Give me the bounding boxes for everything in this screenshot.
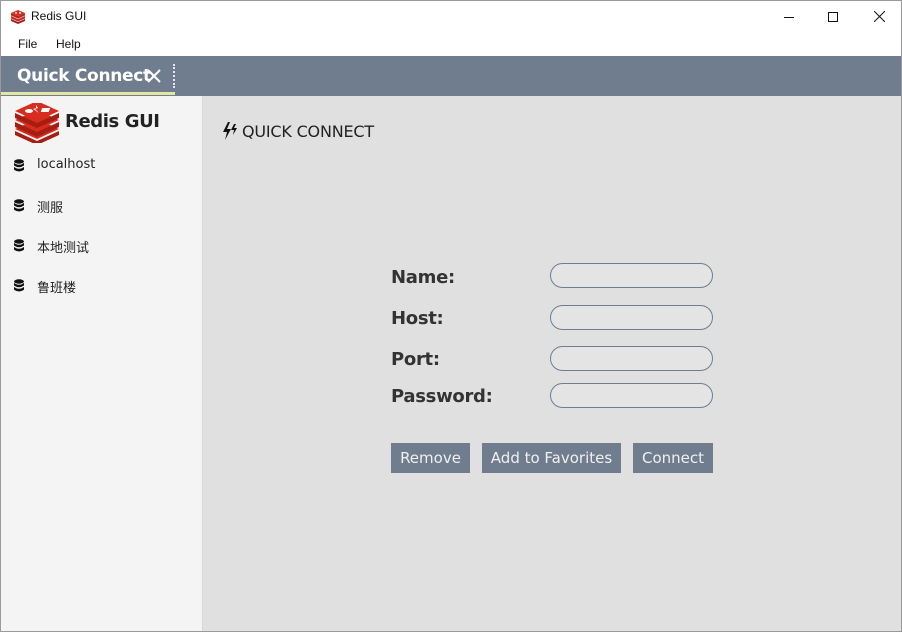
connection-label: 测服	[37, 201, 64, 216]
tab-label: Quick Connect	[17, 66, 151, 86]
main-panel: QUICK CONNECT Name: Host: Port: Password…	[203, 96, 901, 631]
minimize-icon	[784, 16, 794, 18]
port-input[interactable]	[550, 346, 713, 371]
host-input[interactable]	[550, 305, 713, 330]
connection-label: localhost	[37, 157, 96, 172]
name-label: Name:	[391, 267, 455, 288]
database-icon	[14, 279, 24, 292]
add-to-favorites-button[interactable]: Add to Favorites	[482, 443, 621, 473]
close-window-button[interactable]	[856, 1, 901, 32]
host-label: Host:	[391, 308, 444, 329]
tab-separator	[173, 64, 175, 88]
connection-item-local-test[interactable]: 本地测试	[1, 230, 201, 262]
menu-file[interactable]: File	[18, 37, 37, 51]
title-bar[interactable]: Redis GUI	[1, 1, 901, 32]
connection-label: 鲁班楼	[37, 281, 77, 296]
password-label: Password:	[391, 386, 493, 407]
connection-item-localhost[interactable]: localhost	[1, 150, 201, 182]
minimize-button[interactable]	[766, 1, 812, 32]
app-window: Redis GUI File Help Quick Connect Redis …	[0, 0, 902, 632]
database-icon	[14, 239, 24, 252]
sidebar: Redis GUI localhost 测服 本地测试 鲁班楼	[1, 96, 203, 631]
connection-label: 本地测试	[37, 241, 90, 256]
tab-quick-connect[interactable]: Quick Connect	[1, 56, 175, 95]
connection-item-ceshi[interactable]: 测服	[1, 190, 201, 222]
maximize-button[interactable]	[810, 1, 856, 32]
connection-item-lubanlou[interactable]: 鲁班楼	[1, 270, 201, 302]
close-icon	[873, 11, 885, 22]
password-input[interactable]	[550, 383, 713, 408]
section-title: QUICK CONNECT	[242, 122, 374, 141]
database-icon	[14, 159, 24, 172]
tab-bar: Quick Connect	[1, 56, 901, 96]
name-input[interactable]	[550, 263, 713, 288]
connect-button[interactable]: Connect	[633, 443, 713, 473]
port-label: Port:	[391, 349, 440, 370]
maximize-icon	[828, 11, 838, 22]
redis-logo-icon	[11, 10, 25, 24]
sidebar-app-name: Redis GUI	[65, 111, 160, 132]
menu-help[interactable]: Help	[56, 37, 81, 51]
redis-logo-icon	[15, 103, 59, 143]
menu-bar: File Help	[1, 32, 901, 56]
active-tab-indicator	[1, 92, 175, 95]
remove-button[interactable]: Remove	[391, 443, 470, 473]
close-icon[interactable]	[146, 68, 162, 84]
lightning-icon	[223, 122, 237, 140]
window-title: Redis GUI	[31, 9, 87, 23]
database-icon	[14, 199, 24, 212]
